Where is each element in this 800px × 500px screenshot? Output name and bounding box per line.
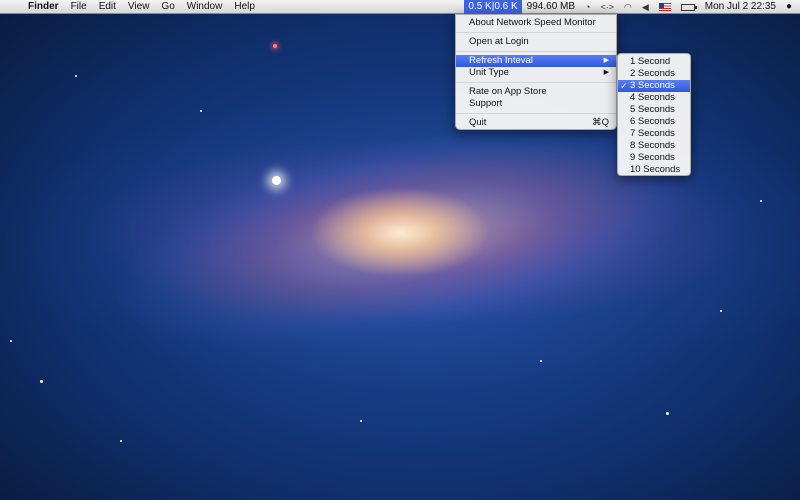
submenu-item-2-seconds[interactable]: 2 Seconds xyxy=(618,68,690,80)
submenu-item-4-seconds[interactable]: 4 Seconds xyxy=(618,92,690,104)
clock[interactable]: Mon Jul 2 22:35 xyxy=(700,0,781,14)
quit-shortcut: ⌘Q xyxy=(592,117,609,128)
menu-item-label: Open at Login xyxy=(469,36,529,47)
submenu-item-label: 10 Seconds xyxy=(630,164,681,175)
menu-item-unit-type[interactable]: Unit Type ▶ xyxy=(456,67,616,79)
star xyxy=(40,380,43,383)
menu-item-label: Support xyxy=(469,98,503,109)
submenu-item-label: 9 Seconds xyxy=(630,152,675,163)
star xyxy=(540,360,542,362)
wifi-icon[interactable]: ◠ xyxy=(619,0,637,14)
menu-item-open-at-login[interactable]: Open at Login xyxy=(456,36,616,48)
network-arrows-icon[interactable]: <·> xyxy=(595,0,619,14)
star xyxy=(272,176,281,185)
submenu-item-label: 4 Seconds xyxy=(630,92,675,103)
submenu-item-8-seconds[interactable]: 8 Seconds xyxy=(618,140,690,152)
submenu-item-5-seconds[interactable]: 5 Seconds xyxy=(618,104,690,116)
submenu-arrow-icon: ▶ xyxy=(603,57,609,64)
submenu-arrow-icon: ▶ xyxy=(603,69,609,76)
submenu-item-label: 6 Seconds xyxy=(630,116,675,127)
menu-bar: Finder File Edit View Go Window Help 0.5… xyxy=(0,0,800,14)
submenu-item-label: 7 Seconds xyxy=(630,128,675,139)
menu-bar-left: Finder File Edit View Go Window Help xyxy=(0,0,261,13)
menu-item-rate[interactable]: Rate on App Store xyxy=(456,86,616,98)
submenu-item-label: 3 Seconds xyxy=(630,80,675,91)
star xyxy=(360,420,362,422)
star xyxy=(666,412,669,415)
menu-separator xyxy=(456,113,616,114)
menu-item-quit[interactable]: Quit ⌘Q xyxy=(456,117,616,129)
volume-icon[interactable]: ◀ xyxy=(637,0,654,14)
star xyxy=(273,44,277,48)
menu-edit[interactable]: Edit xyxy=(93,0,122,14)
menu-help[interactable]: Help xyxy=(228,0,261,14)
star xyxy=(10,340,12,342)
menu-separator xyxy=(456,51,616,52)
submenu-item-label: 2 Seconds xyxy=(630,68,675,79)
flag-icon[interactable] xyxy=(658,3,671,11)
star xyxy=(200,110,202,112)
menu-window[interactable]: Window xyxy=(181,0,229,14)
menu-item-refresh-interval[interactable]: Refresh Inteval ▶ xyxy=(456,55,616,67)
submenu-item-10-seconds[interactable]: 10 Seconds xyxy=(618,164,690,176)
submenu-item-3-seconds[interactable]: ✓ 3 Seconds xyxy=(618,80,690,92)
menu-bar-status: 0.5 K|0.6 K 994.60 MB ◔ <·> ◠ ◀ Mon Jul … xyxy=(464,0,800,14)
menu-item-label: Quit xyxy=(469,117,487,128)
network-speed-indicator[interactable]: 0.5 K|0.6 K xyxy=(464,0,522,14)
star xyxy=(720,310,722,312)
submenu-item-7-seconds[interactable]: 7 Seconds xyxy=(618,128,690,140)
menu-finder[interactable]: Finder xyxy=(22,0,65,14)
menu-view[interactable]: View xyxy=(122,0,156,14)
submenu-item-label: 1 Second xyxy=(630,56,671,67)
submenu-item-label: 5 Seconds xyxy=(630,104,675,115)
memory-indicator[interactable]: 994.60 MB xyxy=(522,0,580,14)
menu-item-label: About Network Speed Monitor xyxy=(469,17,596,28)
star xyxy=(120,440,122,442)
time-machine-icon[interactable]: ◔ xyxy=(580,0,595,14)
star xyxy=(760,200,762,202)
network-speed-menu: About Network Speed Monitor Open at Logi… xyxy=(455,14,617,130)
refresh-interval-submenu: 1 Second 2 Seconds ✓ 3 Seconds 4 Seconds… xyxy=(617,53,691,176)
menu-item-label: Rate on App Store xyxy=(469,86,547,97)
menu-separator xyxy=(456,32,616,33)
submenu-item-9-seconds[interactable]: 9 Seconds xyxy=(618,152,690,164)
menu-item-support[interactable]: Support xyxy=(456,98,616,110)
menu-item-label: Refresh Inteval xyxy=(469,55,533,66)
star xyxy=(75,75,77,77)
menu-file[interactable]: File xyxy=(65,0,93,14)
checkmark-icon: ✓ xyxy=(620,81,628,91)
battery-icon[interactable] xyxy=(680,3,697,11)
menu-item-label: Unit Type xyxy=(469,67,509,78)
submenu-item-6-seconds[interactable]: 6 Seconds xyxy=(618,116,690,128)
submenu-item-label: 8 Seconds xyxy=(630,140,675,151)
user-icon[interactable]: ● xyxy=(781,0,800,14)
menu-separator xyxy=(456,82,616,83)
menu-go[interactable]: Go xyxy=(155,0,180,14)
menu-item-about[interactable]: About Network Speed Monitor xyxy=(456,17,616,29)
submenu-item-1-second[interactable]: 1 Second xyxy=(618,56,690,68)
